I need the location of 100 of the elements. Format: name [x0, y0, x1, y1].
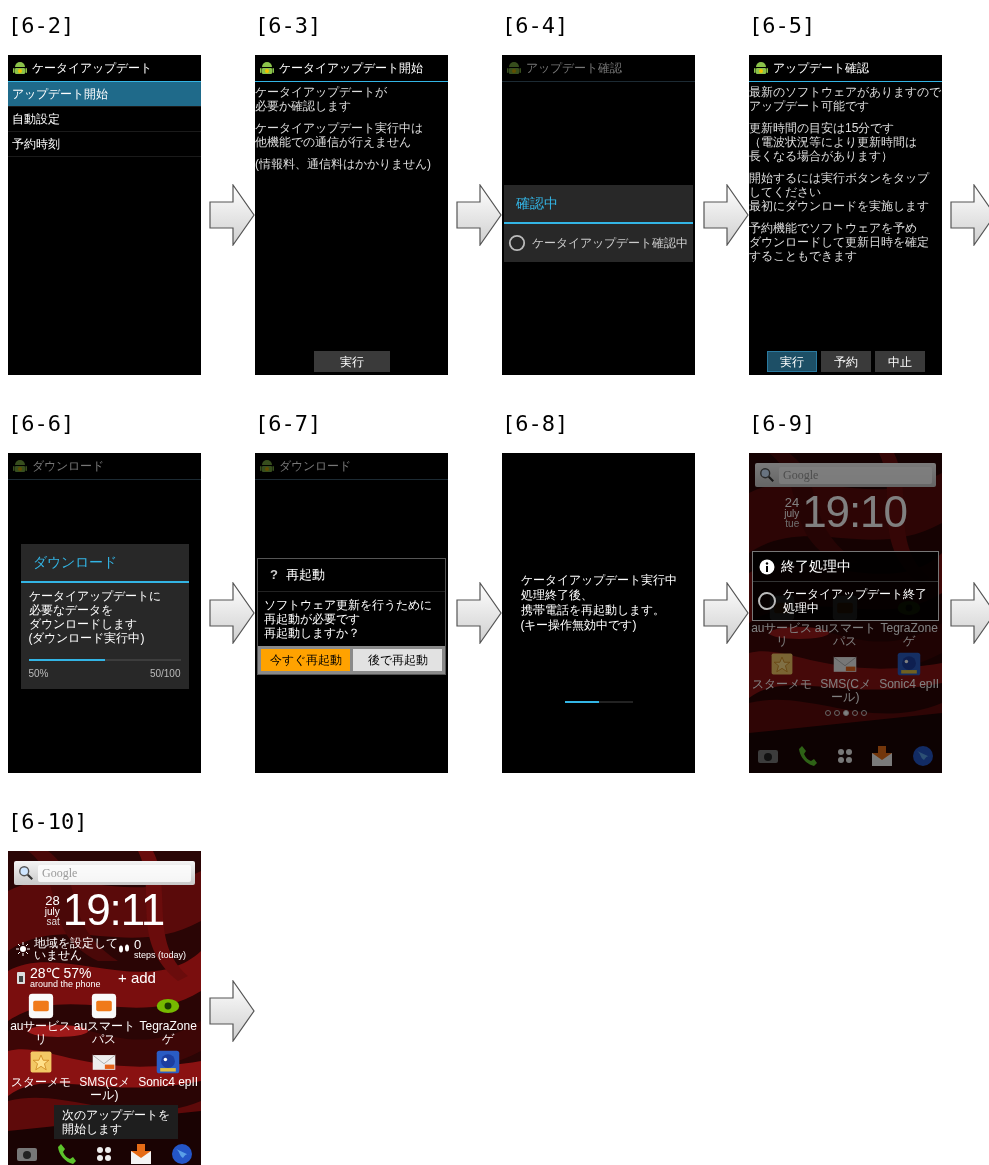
- step-label: [6-5]: [749, 12, 816, 40]
- action-button[interactable]: 予約: [820, 351, 871, 372]
- info-icon: [759, 558, 775, 575]
- message-line: ケータイアップデートが: [255, 85, 388, 99]
- message-line: (キー操作無効中です): [520, 618, 638, 633]
- dialog-title: 終了処理中: [781, 557, 851, 576]
- message-line: 最新のソフトウェアがありますので: [749, 85, 942, 99]
- app-label[interactable]: auスマートパス: [73, 1020, 136, 1046]
- phone-icon[interactable]: [56, 1143, 77, 1165]
- action-button[interactable]: 中止: [874, 351, 925, 372]
- screen-title: ダウンロード: [279, 458, 351, 475]
- step-label: [6-3]: [255, 12, 322, 40]
- dialog-button[interactable]: 後で再起動: [353, 648, 442, 671]
- apps-grid-icon[interactable]: [95, 1146, 112, 1162]
- date-weekday: sat: [46, 916, 60, 927]
- mail-icon[interactable]: [130, 1143, 153, 1165]
- temperature-caption: around the phone: [30, 980, 101, 990]
- spinner-icon: [757, 591, 777, 611]
- phone-sensor-icon: [16, 970, 26, 985]
- step-label: [6-6]: [8, 410, 75, 438]
- date-day: 28: [45, 893, 60, 907]
- robot-icon: [753, 60, 769, 76]
- message-line: 必要か確認します: [255, 99, 352, 113]
- screen-title: ダウンロード: [32, 458, 104, 475]
- message-line: ケータイアップデート実行中は: [255, 121, 424, 135]
- message-line: 予約機能でソフトウェアを予め: [749, 221, 918, 235]
- app-label[interactable]: Sonic4 epII: [879, 678, 940, 691]
- message-line: してください: [749, 185, 822, 199]
- message-line: (ダウンロード実行中): [28, 631, 146, 645]
- message-line: 処理終了後、: [520, 588, 594, 603]
- message-line: ケータイアップデートに: [28, 589, 162, 603]
- search-icon: [18, 865, 34, 881]
- date-weekday: tue: [785, 518, 800, 529]
- message-line: 携帯電話を再起動します。: [520, 603, 666, 618]
- message-line: 開始します: [62, 1122, 123, 1136]
- screen-title: ケータイアップデート: [32, 60, 152, 77]
- app-label[interactable]: SMS(Cメール): [73, 1076, 136, 1102]
- app-label[interactable]: スターメモ: [751, 678, 812, 691]
- dialog-title: ダウンロード: [20, 544, 189, 583]
- app-label[interactable]: auサービスリ: [751, 622, 813, 648]
- search-field[interactable]: Google: [14, 861, 195, 885]
- dialog-title: 再起動: [285, 566, 325, 584]
- question-mark: ?: [270, 566, 278, 584]
- date-month: july: [44, 906, 60, 917]
- message-line: 必要なデータを: [28, 603, 114, 617]
- step-label: [6-2]: [8, 12, 75, 40]
- message-line: (情報料、通信料はかかりません): [255, 157, 432, 171]
- steps-count: 0: [134, 937, 143, 951]
- clock-time: 19:11: [62, 888, 165, 932]
- message-line: 再起動しますか？: [264, 625, 361, 640]
- globe-icon[interactable]: [171, 1143, 193, 1165]
- message-line: アップデート可能です: [749, 99, 870, 113]
- message-line: 再起動が必要です: [264, 611, 361, 626]
- robot-icon: [12, 60, 28, 76]
- temperature-text: 28℃ 57%: [30, 966, 92, 981]
- sun-icon: [16, 941, 30, 956]
- message-line: ダウンロードします: [28, 617, 138, 631]
- step-label: [6-4]: [502, 12, 569, 40]
- app-label[interactable]: auサービスリ: [10, 1020, 72, 1046]
- percent-text: 50%: [28, 667, 49, 681]
- app-label[interactable]: auスマートパス: [814, 622, 877, 648]
- date-month: july: [784, 508, 800, 519]
- app-label[interactable]: スターメモ: [10, 1076, 71, 1089]
- app-label[interactable]: TegraZone ゲ: [137, 1020, 199, 1046]
- step-label: [6-7]: [255, 410, 322, 438]
- screen-title: アップデート確認: [526, 60, 622, 77]
- step-label: [6-10]: [8, 808, 88, 836]
- message-line: することもできます: [749, 249, 858, 263]
- message-line: ケータイアップデート実行中: [520, 573, 677, 588]
- message-line: 最初にダウンロードを実施します: [749, 199, 930, 213]
- add-widget-link[interactable]: + add: [118, 966, 196, 989]
- action-button[interactable]: 実行: [313, 351, 390, 372]
- message-line: 他機能での通信が行えません: [255, 135, 412, 149]
- robot-icon: [259, 458, 275, 474]
- message-line: 長くなる場合があります）: [749, 149, 894, 163]
- date-day: 24: [784, 495, 800, 509]
- app-label[interactable]: SMS(Cメール): [814, 678, 877, 704]
- dialog-button[interactable]: 今すぐ再起動: [261, 648, 350, 671]
- message-line: （電波状況等により更新時間は: [749, 135, 918, 149]
- search-icon: [759, 467, 775, 483]
- footprints-icon: [118, 942, 130, 955]
- count-text: 50/100: [149, 667, 181, 681]
- message-line: 地域を設定して: [34, 936, 118, 949]
- message-line: ソフトウェア更新を行うために: [264, 597, 433, 612]
- message-line: 開始するには実行ボタンをタップ: [749, 171, 931, 185]
- robot-icon: [259, 60, 275, 76]
- message-text: ケータイアップデート確認中: [532, 235, 688, 252]
- message-line: いません: [34, 948, 82, 961]
- app-label[interactable]: Sonic4 epII: [138, 1076, 199, 1089]
- robot-icon: [506, 60, 522, 76]
- camera-icon[interactable]: [16, 1146, 38, 1162]
- action-button[interactable]: 実行: [766, 351, 817, 372]
- screen-title: アップデート確認: [773, 60, 869, 77]
- step-label: [6-8]: [502, 410, 569, 438]
- dialog-title: 確認中: [504, 185, 693, 224]
- clock-time: 19:10: [802, 490, 907, 534]
- menu-item[interactable]: アップデート開始: [8, 82, 201, 107]
- message-line: 次のアップデートを: [62, 1108, 170, 1122]
- app-label[interactable]: TegraZone ゲ: [878, 622, 940, 648]
- message-line: ダウンロードして更新日時を確定: [749, 235, 930, 249]
